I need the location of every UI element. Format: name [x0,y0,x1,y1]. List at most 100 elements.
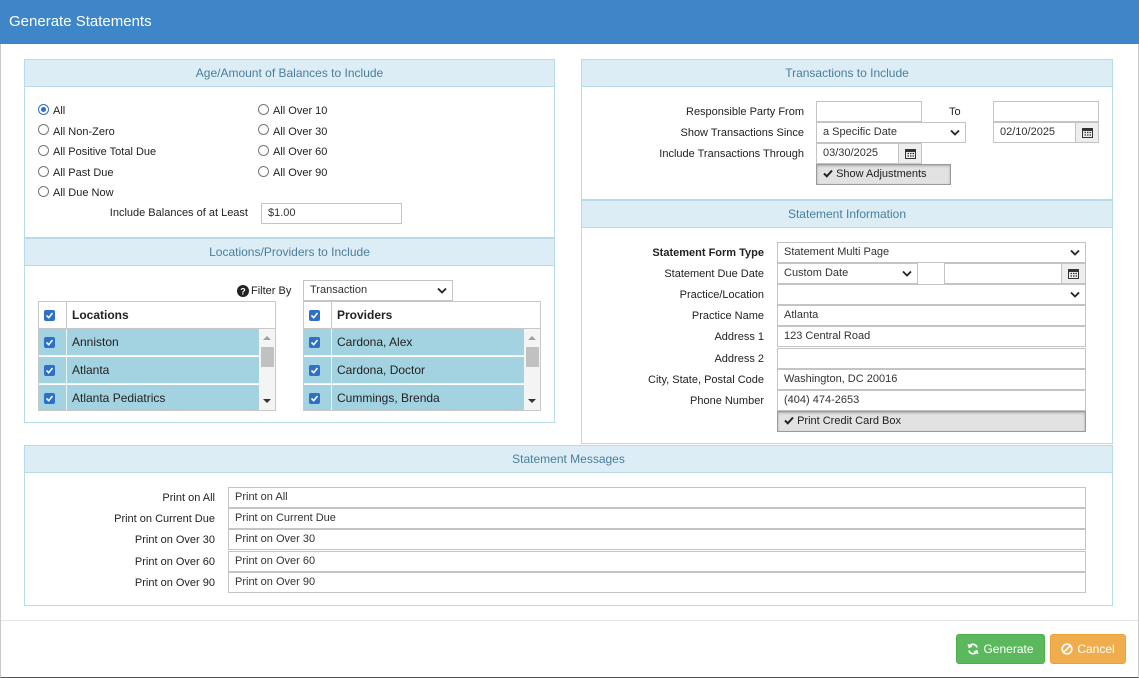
statement-info-panel: Statement Information Statement Form Typ… [581,200,1113,444]
calendar-button[interactable] [1061,263,1086,284]
message-input[interactable]: Print on Over 90 [228,572,1086,593]
filter-by-label: Filter By [251,285,292,297]
radio-all-past-due[interactable] [38,166,49,177]
message-input[interactable]: Print on Current Due [228,508,1086,529]
calendar-button[interactable] [898,143,922,164]
statement-due-date-label: Statement Due Date [664,268,764,280]
calendar-icon [904,149,916,159]
providers-grid: Providers Cardona, Alex Cardona, Doctor … [303,301,541,411]
locations-grid-header: Locations [39,302,275,329]
provider-row[interactable]: Cardona, Alex [304,329,524,356]
radio-all-over-30[interactable] [258,124,269,135]
message-label: Print on Over 60 [134,556,215,568]
address1-input[interactable]: 123 Central Road [777,326,1086,347]
include-balances-label: Include Balances of at Least [109,207,248,219]
location-row[interactable]: Atlanta Pediatrics [39,385,259,410]
statement-form-type-select[interactable]: Statement Multi Page [777,242,1086,263]
responsible-party-from-input[interactable] [816,101,922,122]
address1-label: Address 1 [714,331,764,343]
show-adjustments-toggle[interactable]: Show Adjustments [816,164,951,185]
radio-all-over-10-label: All Over 10 [273,105,328,117]
checkmark-icon [784,416,794,425]
radio-all-non-zero[interactable] [38,124,49,135]
message-input[interactable]: Print on Over 60 [228,551,1086,572]
provider-row[interactable]: Cardona, Doctor [304,357,524,384]
scroll-up-arrow-icon[interactable] [528,336,536,340]
location-row[interactable]: Atlanta [39,357,259,384]
radio-all[interactable] [38,104,49,115]
provider-name: Cardona, Alex [331,329,412,356]
locations-scrollbar[interactable] [259,329,275,410]
filter-by-select[interactable]: Transaction [303,280,453,301]
statement-messages-panel: Statement Messages Print on All Print on… [24,445,1113,606]
provider-checkbox[interactable] [309,365,320,376]
city-state-postal-input[interactable]: Washington, DC 20016 [777,369,1086,390]
dialog-title-bar: Generate Statements [0,0,1139,44]
calendar-button[interactable] [1075,122,1099,143]
include-balances-input[interactable]: $1.00 [261,203,402,224]
scroll-thumb[interactable] [261,347,274,367]
dialog-body: Age/Amount of Balances to Include All Al… [0,44,1139,678]
provider-checkbox[interactable] [309,337,320,348]
providers-grid-header: Providers [304,302,540,329]
chevron-down-icon [1070,291,1080,298]
provider-row[interactable]: Cummings, Brenda [304,385,524,410]
radio-all-over-10[interactable] [258,104,269,115]
locations-select-all-checkbox[interactable] [44,310,55,321]
radio-all-positive-total-due[interactable] [38,145,49,156]
practice-location-select[interactable] [777,284,1086,305]
providers-select-all-checkbox[interactable] [309,310,320,321]
message-label: Print on Over 30 [134,534,215,546]
generate-button-label: Generate [983,642,1034,656]
radio-all-over-60-label: All Over 60 [273,146,328,158]
chevron-down-icon [437,287,447,294]
provider-name: Cummings, Brenda [331,385,440,410]
address2-input[interactable] [777,348,1086,369]
radio-all-due-now[interactable] [38,186,49,197]
scroll-thumb[interactable] [526,347,539,367]
radio-all-over-90[interactable] [258,166,269,177]
statement-due-date-select[interactable]: Custom Date [777,263,918,284]
message-label: Print on All [162,492,215,504]
transactions-since-select[interactable]: a Specific Date [816,122,966,143]
location-checkbox[interactable] [44,365,55,376]
location-row[interactable]: Anniston [39,329,259,356]
print-credit-card-box-toggle[interactable]: Print Credit Card Box [777,411,1086,432]
age-amount-panel: Age/Amount of Balances to Include All Al… [24,59,555,238]
help-icon[interactable]: ? [237,285,249,297]
locations-grid: Locations Anniston Atlanta Atlanta Pedia… [38,301,276,411]
message-input[interactable]: Print on All [228,487,1086,508]
radio-all-past-due-label: All Past Due [53,167,114,179]
statement-form-type-label: Statement Form Type [652,247,764,259]
transactions-through-date-input[interactable]: 03/30/2025 [816,143,899,164]
cancel-button-label: Cancel [1077,642,1115,656]
generate-button[interactable]: Generate [956,634,1045,664]
radio-all-over-30-label: All Over 30 [273,126,328,138]
phone-number-input[interactable]: (404) 474-2653 [777,390,1086,411]
transactions-since-date-input[interactable]: 02/10/2025 [993,122,1076,143]
statement-due-date-input[interactable] [944,263,1062,284]
transactions-since-value: a Specific Date [823,126,897,138]
statement-form-type-value: Statement Multi Page [784,246,890,258]
radio-all-over-90-label: All Over 90 [273,167,328,179]
to-label: To [949,106,961,118]
cancel-button[interactable]: Cancel [1050,634,1126,664]
responsible-party-to-input[interactable] [993,101,1099,122]
provider-checkbox[interactable] [309,393,320,404]
message-input[interactable]: Print on Over 30 [228,529,1086,550]
practice-name-input[interactable]: Atlanta [777,305,1086,326]
phone-number-label: Phone Number [690,395,764,407]
scroll-down-arrow-icon[interactable] [263,399,271,403]
location-checkbox[interactable] [44,337,55,348]
radio-all-non-zero-label: All Non-Zero [53,126,115,138]
radio-all-over-60[interactable] [258,145,269,156]
scroll-down-arrow-icon[interactable] [528,399,536,403]
city-state-postal-label: City, State, Postal Code [648,374,764,386]
provider-name: Cardona, Doctor [331,357,425,384]
scroll-up-arrow-icon[interactable] [263,336,271,340]
providers-scrollbar[interactable] [524,329,540,410]
svg-text:?: ? [240,287,246,297]
chevron-down-icon [902,270,912,277]
practice-name-label: Practice Name [691,310,764,322]
location-checkbox[interactable] [44,393,55,404]
